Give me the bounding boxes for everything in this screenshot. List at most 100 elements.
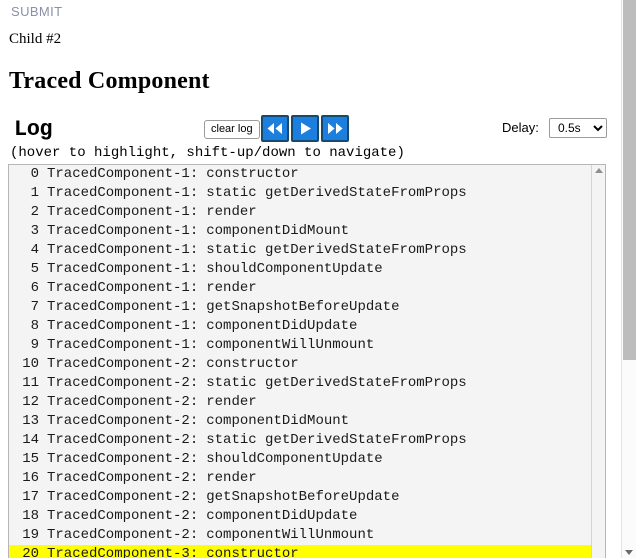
log-row-component: TracedComponent-1:	[47, 185, 199, 201]
log-row-gap	[39, 279, 47, 298]
log-row-index: 5	[30, 261, 39, 277]
scroll-down-arrow-icon[interactable]	[625, 550, 633, 555]
log-row-index: 0	[30, 166, 39, 182]
log-row[interactable]: 3 TracedComponent-1: componentDidMount	[9, 222, 593, 241]
log-row[interactable]: 11 TracedComponent-2: static getDerivedS…	[9, 374, 593, 393]
log-row-gap	[39, 393, 47, 412]
log-row-gap	[39, 507, 47, 526]
log-row[interactable]: 19 TracedComponent-2: componentWillUnmou…	[9, 526, 593, 545]
log-row-gap	[39, 469, 47, 488]
log-row[interactable]: 12 TracedComponent-2: render	[9, 393, 593, 412]
log-row-gap	[39, 355, 47, 374]
log-row-component: TracedComponent-2:	[47, 527, 199, 543]
log-row-component: TracedComponent-1:	[47, 242, 199, 258]
log-row-index: 2	[30, 204, 39, 220]
log-row-index: 12	[22, 394, 39, 410]
log-row-event: render	[206, 204, 257, 220]
log-row-gap	[39, 526, 47, 545]
log-row-event: constructor	[206, 546, 299, 558]
log-row[interactable]: 20 TracedComponent-3: constructor	[9, 545, 593, 558]
child-label: Child #2	[9, 31, 62, 47]
log-row[interactable]: 1 TracedComponent-1: static getDerivedSt…	[9, 184, 593, 203]
log-row-component: TracedComponent-2:	[47, 375, 199, 391]
log-row-index: 16	[22, 470, 39, 486]
fast-forward-icon	[327, 123, 343, 134]
log-row[interactable]: 4 TracedComponent-1: static getDerivedSt…	[9, 241, 593, 260]
log-row[interactable]: 6 TracedComponent-1: render	[9, 279, 593, 298]
log-row-event: render	[206, 470, 257, 486]
delay-select[interactable]: 0.5s	[549, 118, 607, 138]
log-scrollbar[interactable]	[591, 165, 605, 558]
log-row[interactable]: 8 TracedComponent-1: componentDidUpdate	[9, 317, 593, 336]
log-row-index: 13	[22, 413, 39, 429]
log-row[interactable]: 5 TracedComponent-1: shouldComponentUpda…	[9, 260, 593, 279]
log-hover-hint: (hover to highlight, shift-up/down to na…	[10, 145, 405, 161]
log-row-component: TracedComponent-1:	[47, 318, 199, 334]
log-row-event: static getDerivedStateFromProps	[206, 185, 467, 201]
log-row[interactable]: 9 TracedComponent-1: componentWillUnmoun…	[9, 336, 593, 355]
log-row-index: 18	[22, 508, 39, 524]
log-row-index: 20	[22, 546, 39, 558]
log-row-gap	[39, 203, 47, 222]
log-row-event: componentDidMount	[206, 223, 350, 239]
log-row-index: 17	[22, 489, 39, 505]
log-row[interactable]: 10 TracedComponent-2: constructor	[9, 355, 593, 374]
log-row-gap	[39, 545, 47, 558]
log-row[interactable]: 15 TracedComponent-2: shouldComponentUpd…	[9, 450, 593, 469]
log-row[interactable]: 16 TracedComponent-2: render	[9, 469, 593, 488]
log-row-index: 3	[30, 223, 39, 239]
log-section-title: Log	[14, 117, 53, 142]
log-list: 0 TracedComponent-1: constructor 1 Traced…	[9, 165, 593, 558]
page-title: Traced Component	[9, 68, 210, 94]
log-row-event: shouldComponentUpdate	[206, 261, 383, 277]
log-row-event: componentWillUnmount	[206, 337, 375, 353]
log-row-index: 14	[22, 432, 39, 448]
log-row-event: getSnapshotBeforeUpdate	[206, 299, 400, 315]
log-row[interactable]: 18 TracedComponent-2: componentDidUpdate	[9, 507, 593, 526]
clear-log-button[interactable]: clear log	[204, 120, 260, 139]
log-row-gap	[39, 165, 47, 184]
log-row-event: constructor	[206, 356, 299, 372]
log-row-component: TracedComponent-1:	[47, 204, 199, 220]
log-row-component: TracedComponent-1:	[47, 223, 199, 239]
page-scrollbar[interactable]	[621, 0, 636, 558]
log-row[interactable]: 0 TracedComponent-1: constructor	[9, 165, 593, 184]
log-row-gap	[39, 241, 47, 260]
page-root: SUBMIT Child #2 Traced Component Log cle…	[0, 0, 621, 558]
log-row-index: 4	[30, 242, 39, 258]
fast-forward-button[interactable]	[321, 115, 349, 142]
play-button[interactable]	[291, 115, 319, 142]
log-row-index: 19	[22, 527, 39, 543]
log-row-index: 7	[30, 299, 39, 315]
log-row-component: TracedComponent-2:	[47, 356, 199, 372]
log-row-event: static getDerivedStateFromProps	[206, 432, 467, 448]
log-row-gap	[39, 431, 47, 450]
log-row[interactable]: 14 TracedComponent-2: static getDerivedS…	[9, 431, 593, 450]
scroll-up-arrow-icon[interactable]	[595, 168, 603, 173]
log-row-index: 8	[30, 318, 39, 334]
submit-button[interactable]: SUBMIT	[11, 4, 63, 19]
log-row-gap	[39, 184, 47, 203]
log-row-component: TracedComponent-2:	[47, 413, 199, 429]
log-row-index: 1	[30, 185, 39, 201]
log-row-event: render	[206, 280, 257, 296]
log-row-event: getSnapshotBeforeUpdate	[206, 489, 400, 505]
log-row[interactable]: 2 TracedComponent-1: render	[9, 203, 593, 222]
log-row[interactable]: 13 TracedComponent-2: componentDidMount	[9, 412, 593, 431]
play-icon	[299, 122, 312, 135]
log-row-index: 15	[22, 451, 39, 467]
log-row-index: 11	[22, 375, 39, 391]
log-row-component: TracedComponent-1:	[47, 299, 199, 315]
log-row[interactable]: 17 TracedComponent-2: getSnapshotBeforeU…	[9, 488, 593, 507]
log-row-index: 10	[22, 356, 39, 372]
log-row-event: render	[206, 394, 257, 410]
log-row[interactable]: 7 TracedComponent-1: getSnapshotBeforeUp…	[9, 298, 593, 317]
page-scrollbar-thumb[interactable]	[623, 0, 636, 360]
log-row-event: componentDidUpdate	[206, 508, 358, 524]
log-row-component: TracedComponent-2:	[47, 451, 199, 467]
log-row-gap	[39, 412, 47, 431]
log-panel: 0 TracedComponent-1: constructor 1 Traced…	[8, 164, 606, 558]
log-row-event: componentDidUpdate	[206, 318, 358, 334]
rewind-button[interactable]	[261, 115, 289, 142]
log-row-component: TracedComponent-3:	[47, 546, 199, 558]
